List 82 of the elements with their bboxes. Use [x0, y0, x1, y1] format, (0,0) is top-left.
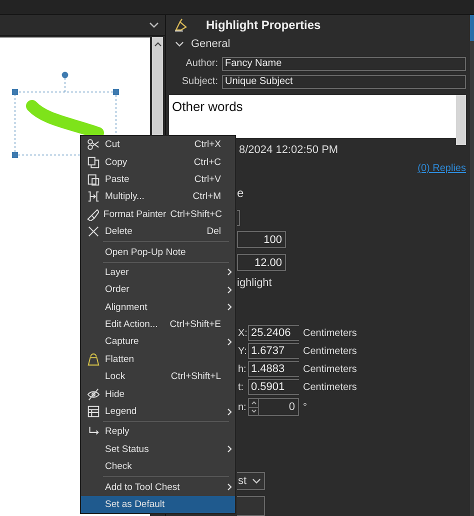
author-field[interactable]: Fancy Name	[222, 56, 466, 71]
field-label: Subject:	[180, 76, 218, 88]
table-icon	[86, 405, 100, 418]
resize-handle[interactable]	[12, 89, 18, 95]
input-field[interactable]: 12.00	[237, 254, 286, 271]
scroll-up-icon[interactable]	[154, 42, 162, 47]
unit-label: °	[303, 402, 307, 412]
close-icon	[86, 225, 100, 238]
menu-item[interactable]: Set Status	[81, 440, 235, 458]
input-field[interactable]: 1.4883	[248, 361, 299, 377]
input-field[interactable]: 100	[237, 231, 286, 248]
comments-text: Other words	[172, 98, 243, 114]
menu-item[interactable]: Paste Ctrl+V	[81, 170, 235, 188]
rotation-spinner[interactable]: 0	[248, 398, 299, 416]
scroll-thumb[interactable]	[470, 15, 474, 41]
menu-item[interactable]: Multiply... Ctrl+M	[81, 188, 235, 206]
menu-item[interactable]: Order	[81, 281, 235, 299]
unit-label: Centimeters	[303, 382, 357, 392]
field-label: X:	[238, 328, 248, 338]
menu-item[interactable]: Capture	[81, 333, 235, 351]
input-field[interactable]: 1.6737	[248, 343, 299, 359]
menu-item[interactable]: Layer	[81, 264, 235, 282]
spin-down-button[interactable]	[249, 406, 258, 415]
menu-item[interactable]: Check	[81, 458, 235, 476]
menu-item[interactable]: Copy Ctrl+C	[81, 153, 235, 171]
menu-item[interactable]: Lock Ctrl+Shift+L	[81, 368, 235, 386]
menu-item[interactable]: Legend	[81, 402, 235, 420]
option-label: ighlight	[237, 276, 272, 291]
date-text: 8/2024 12:02:50 PM	[238, 143, 338, 158]
menu-item[interactable]: Cut Ctrl+X	[81, 136, 235, 154]
unit-label: Centimeters	[303, 364, 357, 374]
menu-item[interactable]: Format Painter Ctrl+Shift+C	[81, 206, 235, 223]
paste-icon	[86, 172, 100, 186]
menu-item[interactable]: Flatten	[81, 350, 235, 368]
paintbrush-icon	[86, 208, 99, 221]
dropdown[interactable]: st	[237, 472, 265, 490]
chevron-down-icon[interactable]	[175, 41, 184, 48]
field-label: n:	[238, 402, 248, 412]
menu-item[interactable]: Reply	[81, 423, 235, 441]
field-label: Y:	[238, 346, 248, 356]
replies-link[interactable]: (0) Replies	[418, 162, 466, 176]
shortcut-text: Ctrl+C	[194, 156, 221, 168]
panel-title: Highlight Properties	[206, 18, 321, 32]
scissors-icon	[86, 138, 100, 152]
shortcut-text: Ctrl+M	[192, 191, 221, 202]
copy-icon	[86, 156, 100, 169]
shortcut-text: Ctrl+V	[194, 174, 221, 185]
menu-item[interactable]: Open Pop-Up Note	[81, 243, 235, 261]
input-field[interactable]	[237, 210, 240, 226]
eye-slash-icon	[86, 388, 100, 401]
resize-handle[interactable]	[12, 152, 18, 158]
field-label: e	[237, 186, 244, 201]
field-label: h:	[238, 364, 248, 374]
unit-label: Centimeters	[303, 346, 357, 356]
shortcut-text: Ctrl+Shift+E	[170, 319, 221, 330]
section-header[interactable]: General	[191, 38, 230, 50]
shortcut-text: Ctrl+Shift+L	[170, 371, 221, 382]
menu-item[interactable]: Hide	[81, 385, 235, 403]
menu-item[interactable]: Alignment	[81, 298, 235, 316]
shortcut-text: Del	[206, 226, 221, 238]
rotation-handle[interactable]	[62, 72, 68, 92]
chevron-down-icon	[252, 478, 261, 484]
bracket-arrow-icon	[86, 190, 100, 204]
subject-field[interactable]: Unique Subject	[222, 74, 466, 89]
chevron-down-icon[interactable]	[149, 22, 159, 28]
highlighter-icon	[174, 18, 188, 32]
resize-handle[interactable]	[113, 89, 119, 95]
menu-item[interactable]: Add to Tool Chest	[81, 478, 235, 496]
input-field[interactable]: 0.5901	[248, 379, 299, 395]
menu-item[interactable]: Set as Default	[81, 496, 235, 514]
field-label: t:	[238, 382, 245, 392]
menu-item[interactable]: Delete Del	[81, 222, 235, 240]
field-label: Author:	[184, 58, 218, 70]
dropdown[interactable]	[237, 496, 265, 516]
unit-label: Centimeters	[303, 328, 357, 338]
weight-icon	[86, 352, 100, 366]
shortcut-text: Ctrl+Shift+C	[170, 208, 222, 220]
menu-item[interactable]: Edit Action... Ctrl+Shift+E	[81, 316, 235, 334]
spin-up-button[interactable]	[249, 399, 258, 406]
shortcut-text: Ctrl+X	[194, 139, 221, 150]
input-field[interactable]: 25.2406	[248, 325, 299, 341]
scrollbar[interactable]	[456, 94, 466, 145]
